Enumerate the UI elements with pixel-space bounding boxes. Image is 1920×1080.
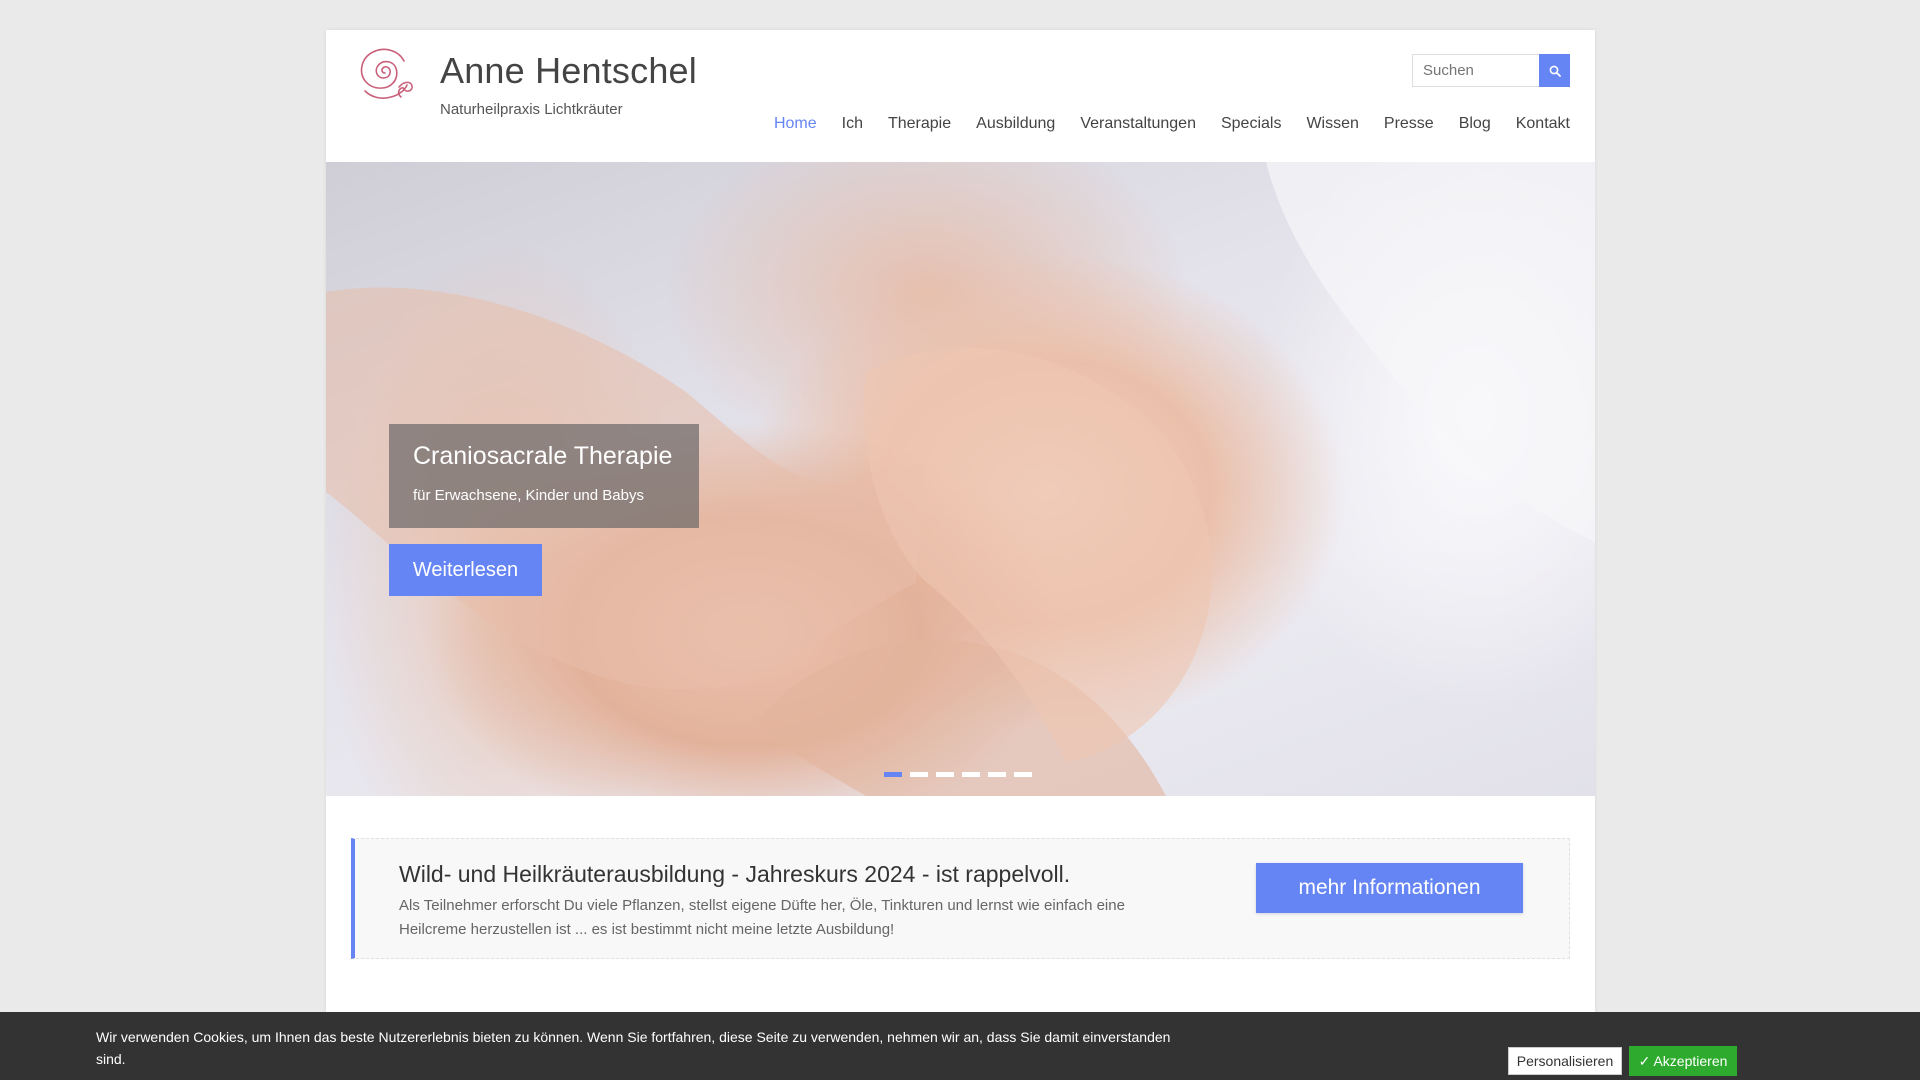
cookie-text: Wir verwenden Cookies, um Ihnen das best… xyxy=(96,1029,1171,1067)
slider-dot-2[interactable] xyxy=(910,772,928,777)
search-form xyxy=(1412,54,1570,87)
search-button[interactable] xyxy=(1539,54,1570,87)
slider-dot-3[interactable] xyxy=(936,772,954,777)
nav-item-ausbildung[interactable]: Ausbildung xyxy=(976,115,1055,133)
site-title[interactable]: Anne Hentschel xyxy=(440,50,697,92)
slide-caption: Craniosacrale Therapie für Erwachsene, K… xyxy=(389,424,699,528)
nav-item-veranstaltungen[interactable]: Veranstaltungen xyxy=(1080,115,1196,133)
slide-caption-subtitle: für Erwachsene, Kinder und Babys xyxy=(413,487,644,504)
search-icon xyxy=(1549,65,1561,77)
nav-item-presse[interactable]: Presse xyxy=(1384,115,1434,133)
nav-item-ich[interactable]: Ich xyxy=(842,115,863,133)
slider-dot-4[interactable] xyxy=(962,772,980,777)
slider-dot-5[interactable] xyxy=(988,772,1006,777)
personalize-button[interactable]: Personalisieren xyxy=(1508,1047,1622,1075)
more-info-button[interactable]: mehr Informationen xyxy=(1256,863,1523,913)
slider-pagination xyxy=(884,772,1032,777)
read-more-button[interactable]: Weiterlesen xyxy=(389,544,542,596)
nav-item-blog[interactable]: Blog xyxy=(1459,115,1491,133)
promo-text: Als Teilnehmer erforscht Du viele Pflanz… xyxy=(399,897,1125,938)
site-tagline: Naturheilpraxis Lichtkräuter xyxy=(440,101,623,118)
nav-item-home[interactable]: Home xyxy=(774,115,817,133)
slider-dot-1[interactable] xyxy=(884,772,902,777)
page-container: Anne Hentschel Naturheilpraxis Lichtkräu… xyxy=(326,30,1595,1080)
slide-caption-title: Craniosacrale Therapie xyxy=(413,442,673,470)
site-header: Anne Hentschel Naturheilpraxis Lichtkräu… xyxy=(326,30,1595,162)
nav-item-specials[interactable]: Specials xyxy=(1221,115,1281,133)
nav-item-kontakt[interactable]: Kontakt xyxy=(1516,115,1570,133)
hero-slider: Craniosacrale Therapie für Erwachsene, K… xyxy=(326,162,1595,796)
slider-dot-6[interactable] xyxy=(1014,772,1032,777)
search-input[interactable] xyxy=(1412,54,1539,87)
nav-item-therapie[interactable]: Therapie xyxy=(888,115,951,133)
spiral-heart-logo[interactable] xyxy=(349,43,421,107)
promo-title: Wild- und Heilkräuterausbildung - Jahres… xyxy=(399,861,1071,887)
promo-callout: Wild- und Heilkräuterausbildung - Jahres… xyxy=(351,838,1570,959)
cookie-banner: Wir verwenden Cookies, um Ihnen das best… xyxy=(0,1012,1920,1080)
main-navigation: Home Ich Therapie Ausbildung Veranstaltu… xyxy=(749,115,1570,133)
nav-item-wissen[interactable]: Wissen xyxy=(1306,115,1358,133)
accept-cookies-button[interactable]: ✓ Akzeptieren xyxy=(1629,1046,1737,1076)
